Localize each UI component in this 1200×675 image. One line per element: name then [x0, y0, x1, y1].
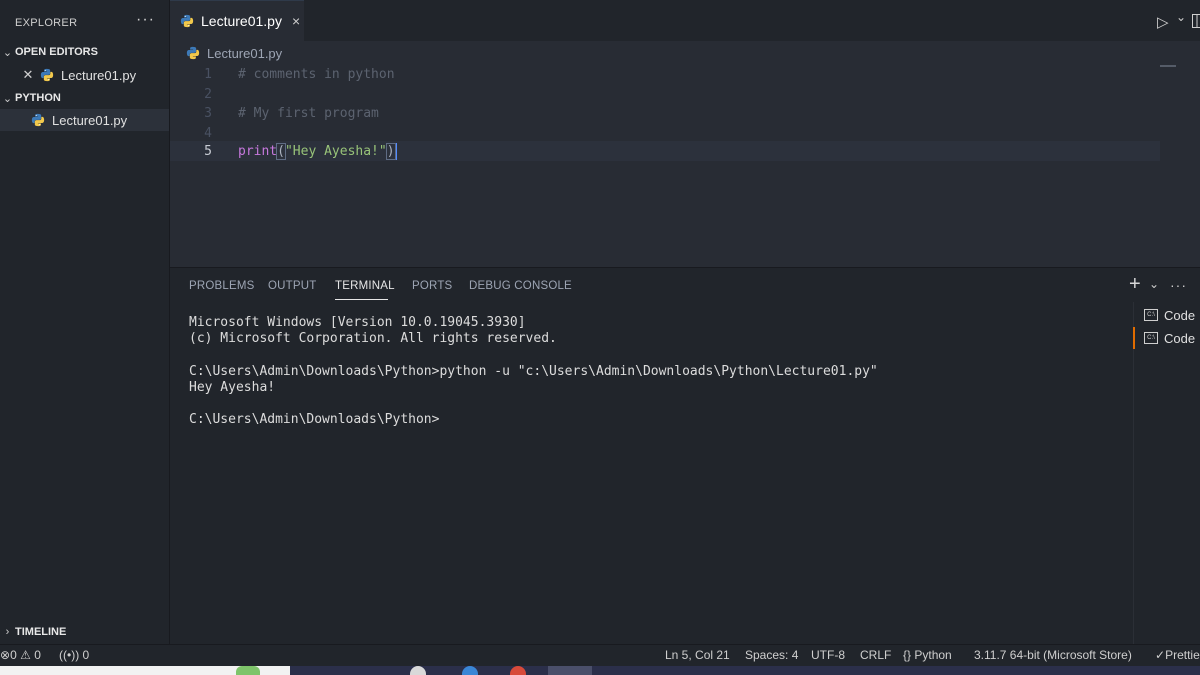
code-function: print: [238, 143, 278, 159]
code-statement: print("Hey Ayesha!"): [238, 142, 397, 160]
line-number: 5: [204, 143, 212, 159]
file-tree-item[interactable]: Lecture01.py: [0, 109, 169, 131]
app-icon[interactable]: [462, 666, 478, 675]
explorer-more-icon[interactable]: ···: [136, 11, 155, 29]
close-icon[interactable]: ✕: [20, 67, 36, 83]
code-line: 2: [170, 85, 1160, 105]
line-ending[interactable]: CRLF: [860, 648, 891, 662]
explorer-title: EXPLORER: [15, 17, 78, 29]
problems-status[interactable]: ⊗0 ⚠ 0: [0, 648, 41, 662]
minimap[interactable]: [1160, 65, 1176, 67]
code-close-paren: ): [385, 142, 396, 160]
language-mode[interactable]: {} Python: [903, 648, 952, 662]
braces-icon: {}: [903, 648, 912, 662]
bottom-panel: PROBLEMS OUTPUT TERMINAL PORTS DEBUG CON…: [170, 267, 1200, 645]
os-taskbar: [0, 666, 1200, 675]
code-open-paren: (: [276, 142, 286, 160]
timeline-section[interactable]: › TIMELINE: [0, 621, 169, 643]
plant-icon: [236, 666, 260, 675]
python-file-icon: [31, 113, 45, 127]
tab-label: Lecture01.py: [201, 13, 282, 29]
text-cursor: [394, 142, 397, 160]
code-editor[interactable]: 1 # comments in python 2 3 # My first pr…: [170, 65, 1200, 267]
open-editor-item[interactable]: ✕ Lecture01.py: [0, 64, 169, 86]
cursor-position[interactable]: Ln 5, Col 21: [665, 648, 730, 662]
panel-more-icon[interactable]: ···: [1170, 277, 1187, 293]
explorer-sidebar: EXPLORER ··· ⌄ OPEN EDITORS ✕ Lecture01.…: [0, 0, 170, 644]
line-number: 3: [204, 106, 212, 122]
chevron-down-icon[interactable]: ⌄: [1149, 277, 1159, 291]
ports-count: 0: [82, 648, 90, 662]
chevron-down-icon[interactable]: ⌄: [1176, 10, 1186, 24]
python-interpreter[interactable]: 3.11.7 64-bit (Microsoft Store): [974, 648, 1132, 662]
tab-debug-console[interactable]: DEBUG CONSOLE: [469, 280, 572, 292]
warning-icon: ⚠: [20, 648, 31, 662]
python-folder-section[interactable]: ⌄ PYTHON: [0, 87, 169, 109]
run-icon[interactable]: ▷: [1157, 13, 1169, 31]
breadcrumb[interactable]: Lecture01.py: [170, 41, 1200, 65]
terminal-item-label: Code: [1164, 330, 1196, 346]
code-string: "Hey Ayesha!": [284, 143, 387, 159]
tab-problems[interactable]: PROBLEMS: [189, 280, 255, 292]
code-comment: # My first program: [238, 106, 379, 122]
encoding[interactable]: UTF-8: [811, 648, 845, 662]
broadcast-icon: ((•)): [59, 648, 80, 662]
app-icon[interactable]: [410, 666, 426, 675]
line-number: 1: [204, 67, 212, 83]
terminal-output[interactable]: Microsoft Windows [Version 10.0.19045.39…: [189, 315, 878, 428]
prettier-label: Prettie: [1165, 648, 1200, 662]
close-icon[interactable]: ×: [292, 13, 300, 29]
open-editor-filename: Lecture01.py: [61, 67, 137, 83]
open-editors-label: OPEN EDITORS: [15, 46, 98, 58]
terminal-item-active[interactable]: C:\ Code: [1132, 327, 1196, 349]
split-editor-icon[interactable]: [1192, 14, 1200, 28]
app-icon[interactable]: [510, 666, 526, 675]
active-tab-indicator: [335, 299, 388, 300]
code-comment: # comments in python: [238, 67, 395, 83]
prettier-status[interactable]: ✓Prettie: [1155, 648, 1200, 662]
breadcrumb-file: Lecture01.py: [207, 45, 283, 61]
terminal-icon: C:\: [1144, 309, 1158, 321]
terminal-icon: C:\: [1144, 332, 1158, 344]
timeline-label: TIMELINE: [15, 626, 67, 638]
status-bar: ⊗0 ⚠ 0 ((•)) 0 Ln 5, Col 21 Spaces: 4 UT…: [0, 644, 1200, 666]
line-number: 2: [204, 86, 212, 102]
python-file-icon: [186, 46, 200, 60]
code-line: 3 # My first program: [170, 104, 1160, 124]
terminal-item[interactable]: C:\ Code: [1144, 304, 1195, 326]
open-editors-section[interactable]: ⌄ OPEN EDITORS: [0, 41, 169, 63]
python-file-icon: [40, 68, 54, 82]
code-line-current: 5 print("Hey Ayesha!"): [170, 141, 1160, 161]
error-icon: ⊗: [0, 648, 11, 662]
terminal-list: C:\ Code C:\ Code: [1132, 302, 1200, 645]
language-label: Python: [914, 648, 952, 662]
python-file-icon: [180, 14, 194, 28]
editor-tab-bar: Lecture01.py × ▷ ⌄: [170, 0, 1200, 41]
error-count: 0: [10, 648, 17, 662]
chevron-down-icon: ⌄: [2, 92, 13, 105]
chevron-right-icon: ›: [5, 626, 10, 638]
tab-lecture01[interactable]: Lecture01.py ×: [170, 0, 304, 41]
file-tree-filename: Lecture01.py: [52, 112, 128, 128]
tab-ports[interactable]: PORTS: [412, 280, 452, 292]
warning-count: 0: [34, 648, 41, 662]
new-terminal-icon[interactable]: +: [1129, 273, 1141, 296]
tab-output[interactable]: OUTPUT: [268, 280, 316, 292]
terminal-item-label: Code: [1164, 307, 1196, 323]
python-folder-label: PYTHON: [15, 92, 61, 104]
chevron-down-icon: ⌄: [2, 46, 13, 59]
code-line: 1 # comments in python: [170, 65, 1160, 85]
tab-terminal[interactable]: TERMINAL: [335, 280, 395, 292]
check-all-icon: ✓: [1155, 648, 1166, 662]
active-app-icon[interactable]: [548, 666, 592, 675]
indentation[interactable]: Spaces: 4: [745, 648, 798, 662]
ports-status[interactable]: ((•)) 0: [59, 648, 89, 662]
line-number: 4: [204, 125, 212, 141]
